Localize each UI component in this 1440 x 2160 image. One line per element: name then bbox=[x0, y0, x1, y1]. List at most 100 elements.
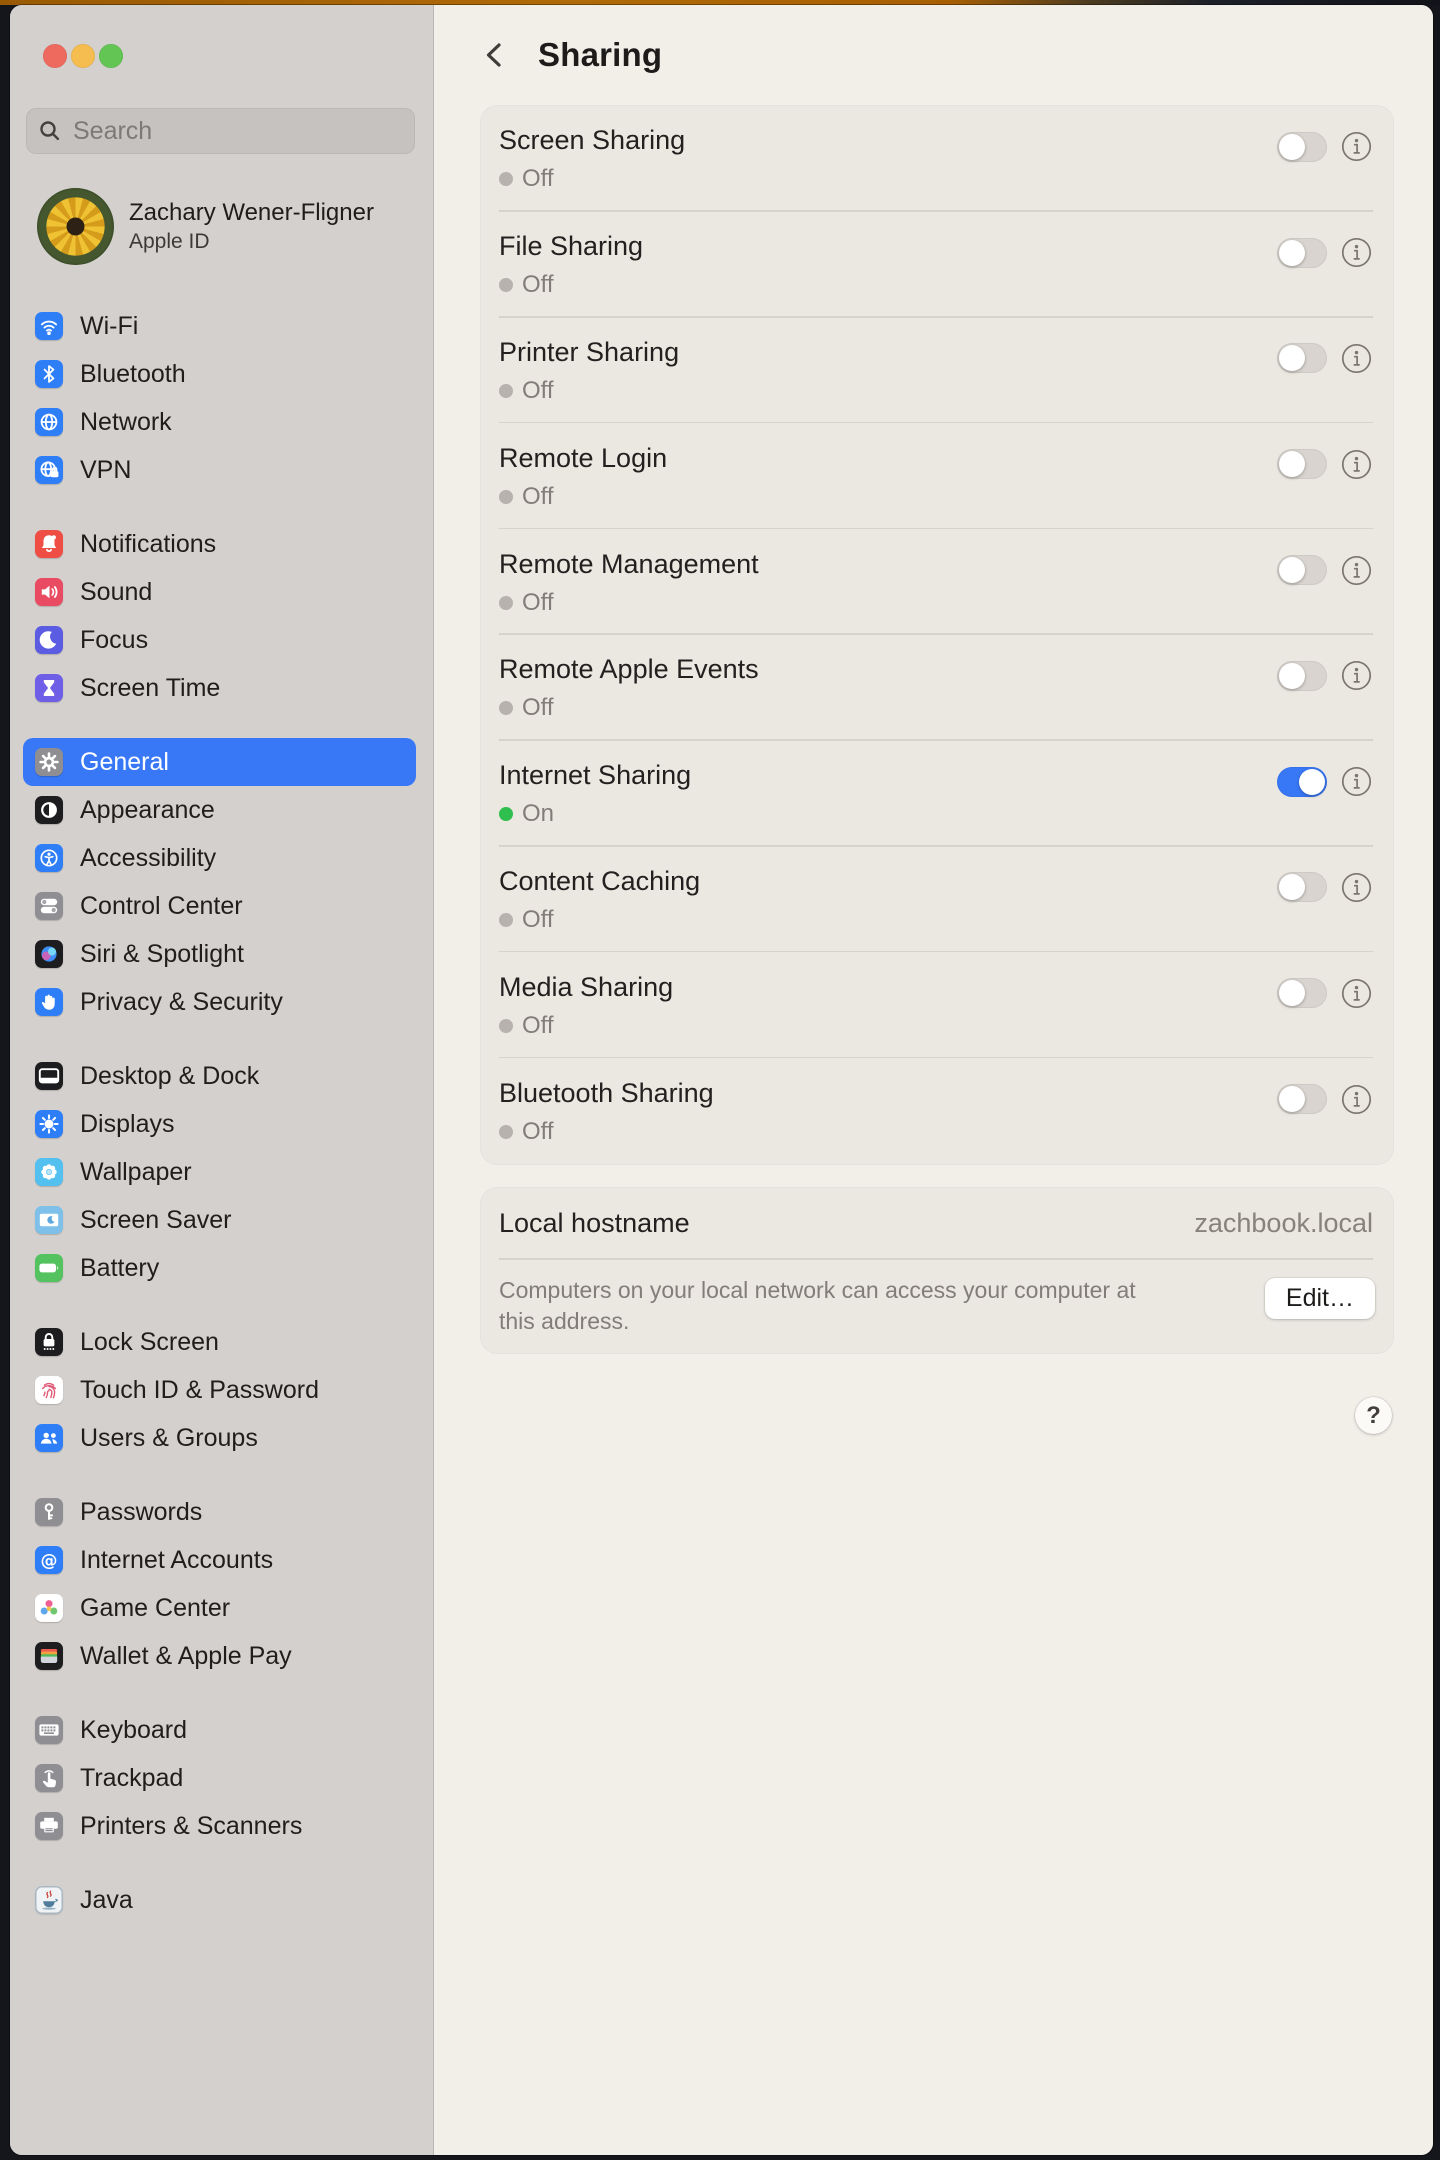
status-dot bbox=[499, 384, 513, 398]
info-button[interactable] bbox=[1341, 660, 1372, 691]
hostname-label: Local hostname bbox=[499, 1208, 690, 1239]
sidebar-item-label: Trackpad bbox=[80, 1764, 183, 1793]
sidebar-item-passwords[interactable]: Passwords bbox=[23, 1488, 416, 1536]
search-field[interactable]: Search bbox=[26, 108, 415, 154]
info-icon bbox=[1341, 449, 1372, 480]
sidebar-item-siri-spotlight[interactable]: Siri & Spotlight bbox=[23, 930, 416, 978]
sharing-row-status: Off bbox=[499, 483, 667, 511]
sharing-row-title: Printer Sharing bbox=[499, 336, 679, 369]
info-button[interactable] bbox=[1341, 343, 1372, 374]
accessibility-icon bbox=[35, 844, 63, 872]
status-text: Off bbox=[522, 906, 554, 934]
sidebar-item-wi-fi[interactable]: Wi-Fi bbox=[23, 302, 416, 350]
toggle-switch[interactable] bbox=[1277, 238, 1327, 268]
sidebar-item-sound[interactable]: Sound bbox=[23, 568, 416, 616]
sidebar-group: Lock ScreenTouch ID & PasswordUsers & Gr… bbox=[10, 1318, 433, 1462]
sidebar-item-lock-screen[interactable]: Lock Screen bbox=[23, 1318, 416, 1366]
search-icon bbox=[37, 118, 63, 144]
sidebar: Search Zachary Wener-Fligner Apple ID Wi… bbox=[10, 5, 434, 2155]
sharing-row-text: Bluetooth SharingOff bbox=[499, 1077, 714, 1146]
sidebar-navigation: Wi-FiBluetooth Network VPN NotificationsSou… bbox=[10, 302, 433, 1950]
sidebar-item-general[interactable]: General bbox=[23, 738, 416, 786]
system-settings-window: Search Zachary Wener-Fligner Apple ID Wi… bbox=[10, 5, 1433, 2155]
sidebar-item-wallpaper[interactable]: Wallpaper bbox=[23, 1148, 416, 1196]
chevron-left-icon bbox=[476, 36, 514, 74]
sidebar-item-bluetooth[interactable]: Bluetooth bbox=[23, 350, 416, 398]
sidebar-item-focus[interactable]: Focus bbox=[23, 616, 416, 664]
sharing-row-controls bbox=[1277, 1084, 1372, 1115]
sidebar-item-appearance[interactable]: Appearance bbox=[23, 786, 416, 834]
sharing-row-text: Remote LoginOff bbox=[499, 442, 667, 511]
toggle-switch[interactable] bbox=[1277, 343, 1327, 373]
sidebar-group: Passwords@Internet Accounts Game Center Wa… bbox=[10, 1488, 433, 1680]
close-button[interactable] bbox=[43, 44, 67, 68]
sidebar-item-users-groups[interactable]: Users & Groups bbox=[23, 1414, 416, 1462]
sidebar-item-label: VPN bbox=[80, 456, 131, 485]
sidebar-item-vpn[interactable]: VPN bbox=[23, 446, 416, 494]
toggle-switch[interactable] bbox=[1277, 132, 1327, 162]
sidebar-item-trackpad[interactable]: Trackpad bbox=[23, 1754, 416, 1802]
sharing-row-title: File Sharing bbox=[499, 230, 643, 263]
sidebar-item-displays[interactable]: Displays bbox=[23, 1100, 416, 1148]
apple-id-profile[interactable]: Zachary Wener-Fligner Apple ID bbox=[37, 188, 421, 265]
info-button[interactable] bbox=[1341, 449, 1372, 480]
sidebar-group: Keyboard Trackpad Printers & Scanners bbox=[10, 1706, 433, 1850]
sidebar-item-label: Wallpaper bbox=[80, 1158, 192, 1187]
sharing-row-status: Off bbox=[499, 694, 759, 722]
info-button[interactable] bbox=[1341, 872, 1372, 903]
status-dot bbox=[499, 490, 513, 504]
info-button[interactable] bbox=[1341, 1084, 1372, 1115]
sidebar-item-label: Game Center bbox=[80, 1594, 230, 1623]
sidebar-item-label: Network bbox=[80, 408, 172, 437]
help-button[interactable]: ? bbox=[1355, 1397, 1392, 1434]
toggle-switch[interactable] bbox=[1277, 767, 1327, 797]
sidebar-item-screen-saver[interactable]: Screen Saver bbox=[23, 1196, 416, 1244]
toggle-switch[interactable] bbox=[1277, 872, 1327, 902]
sharing-row-content-caching: Content CachingOff bbox=[481, 847, 1393, 953]
info-button[interactable] bbox=[1341, 237, 1372, 268]
sidebar-item-wallet-apple-pay[interactable]: Wallet & Apple Pay bbox=[23, 1632, 416, 1680]
zoom-button[interactable] bbox=[99, 44, 123, 68]
toggle-switch[interactable] bbox=[1277, 449, 1327, 479]
sun-icon bbox=[35, 1110, 63, 1138]
sidebar-item-battery[interactable]: Battery bbox=[23, 1244, 416, 1292]
fingerprint-icon bbox=[35, 1376, 63, 1404]
sharing-row-printer-sharing: Printer SharingOff bbox=[481, 318, 1393, 424]
info-button[interactable] bbox=[1341, 555, 1372, 586]
status-dot bbox=[499, 701, 513, 715]
toggle-switch[interactable] bbox=[1277, 555, 1327, 585]
sidebar-item-privacy-security[interactable]: Privacy & Security bbox=[23, 978, 416, 1026]
sidebar-item-screen-time[interactable]: Screen Time bbox=[23, 664, 416, 712]
back-button[interactable] bbox=[476, 36, 514, 74]
sidebar-item-accessibility[interactable]: Accessibility bbox=[23, 834, 416, 882]
info-button[interactable] bbox=[1341, 978, 1372, 1009]
sharing-row-controls bbox=[1277, 660, 1372, 691]
sidebar-item-keyboard[interactable]: Keyboard bbox=[23, 1706, 416, 1754]
java-cup-icon bbox=[35, 1886, 63, 1914]
sidebar-item-network[interactable]: Network bbox=[23, 398, 416, 446]
toggle-switch[interactable] bbox=[1277, 978, 1327, 1008]
sharing-row-text: Media SharingOff bbox=[499, 971, 673, 1040]
sidebar-item-notifications[interactable]: Notifications bbox=[23, 520, 416, 568]
sidebar-item-printers-scanners[interactable]: Printers & Scanners bbox=[23, 1802, 416, 1850]
toggle-switch[interactable] bbox=[1277, 1084, 1327, 1114]
status-text: Off bbox=[522, 271, 554, 299]
info-button[interactable] bbox=[1341, 766, 1372, 797]
toggle-switch[interactable] bbox=[1277, 661, 1327, 691]
edit-hostname-button[interactable]: Edit… bbox=[1265, 1278, 1375, 1319]
status-text: Off bbox=[522, 589, 554, 617]
status-text: Off bbox=[522, 1012, 554, 1040]
sidebar-item-label: Internet Accounts bbox=[80, 1546, 273, 1575]
sharing-row-title: Bluetooth Sharing bbox=[499, 1077, 714, 1110]
sidebar-item-touch-id-password[interactable]: Touch ID & Password bbox=[23, 1366, 416, 1414]
sidebar-item-game-center[interactable]: Game Center bbox=[23, 1584, 416, 1632]
info-button[interactable] bbox=[1341, 131, 1372, 162]
sidebar-item-java[interactable]: Java bbox=[23, 1876, 416, 1924]
bluetooth-icon bbox=[35, 360, 63, 388]
sidebar-item-label: Siri & Spotlight bbox=[80, 940, 244, 969]
sidebar-item-control-center[interactable]: Control Center bbox=[23, 882, 416, 930]
sidebar-item-desktop-dock[interactable]: Desktop & Dock bbox=[23, 1052, 416, 1100]
status-dot bbox=[499, 278, 513, 292]
sidebar-item-internet-accounts[interactable]: @Internet Accounts bbox=[23, 1536, 416, 1584]
minimize-button[interactable] bbox=[71, 44, 95, 68]
